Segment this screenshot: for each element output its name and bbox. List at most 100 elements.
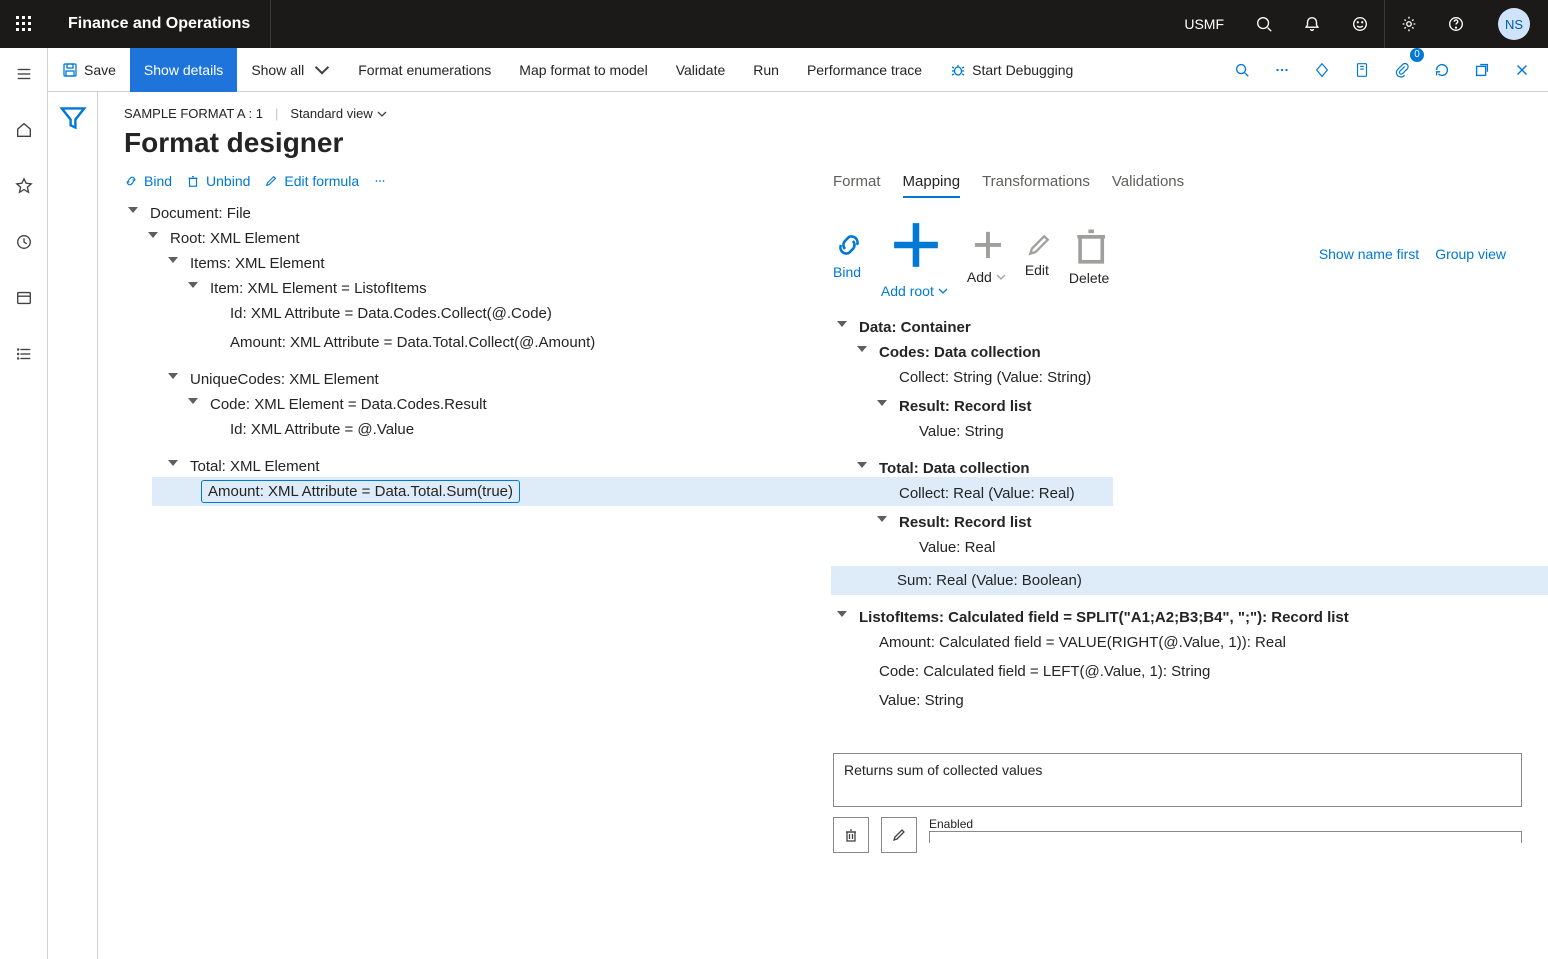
- topbar: Finance and Operations USMF NS: [0, 0, 1548, 48]
- tree-caret[interactable]: [875, 399, 887, 411]
- nav-recent[interactable]: [0, 224, 48, 260]
- tree-node-total[interactable]: Total: XML Element: [184, 456, 326, 477]
- breadcrumb-sep: |: [275, 106, 278, 121]
- tree-node-value-string2[interactable]: Value: String: [873, 690, 970, 711]
- bind-button[interactable]: Bind: [124, 173, 172, 189]
- nav-workspaces[interactable]: [0, 280, 48, 316]
- tree-node-listofitems[interactable]: ListofItems: Calculated field = SPLIT("A…: [853, 607, 1355, 628]
- performance-trace-button[interactable]: Performance trace: [793, 48, 936, 92]
- left-more-button[interactable]: [373, 174, 387, 188]
- notifications-button[interactable]: [1288, 0, 1336, 48]
- add-button[interactable]: Add: [967, 224, 1009, 285]
- tree-node-id[interactable]: Id: XML Attribute = Data.Codes.Collect(@…: [224, 303, 558, 324]
- perf-trace-label: Performance trace: [807, 62, 922, 78]
- show-name-first-button[interactable]: Show name first: [1319, 246, 1419, 262]
- tree-caret[interactable]: [835, 610, 847, 622]
- tree-caret[interactable]: [186, 397, 198, 409]
- tree-caret[interactable]: [855, 461, 867, 473]
- nav-favorites[interactable]: [0, 168, 48, 204]
- settings-button[interactable]: [1384, 0, 1432, 48]
- tab-transformations[interactable]: Transformations: [982, 173, 1090, 198]
- actionbar-popout[interactable]: [1464, 52, 1500, 88]
- star-icon: [15, 177, 33, 195]
- nav-modules[interactable]: [0, 336, 48, 372]
- actionbar-attachments[interactable]: 0: [1384, 52, 1420, 88]
- help-button[interactable]: [1432, 0, 1480, 48]
- tree-caret[interactable]: [835, 320, 847, 332]
- tree-node-code-calc[interactable]: Code: Calculated field = LEFT(@.Value, 1…: [873, 661, 1216, 682]
- close-icon: [1513, 61, 1531, 79]
- tree-node-collect-real[interactable]: Collect: Real (Value: Real): [893, 483, 1081, 504]
- tree-caret[interactable]: [166, 256, 178, 268]
- start-debugging-button[interactable]: Start Debugging: [936, 48, 1087, 92]
- search-button[interactable]: [1240, 0, 1288, 48]
- edit-formula-button[interactable]: [881, 817, 917, 853]
- tree-node-code[interactable]: Code: XML Element = Data.Codes.Result: [204, 394, 493, 415]
- tree-caret[interactable]: [186, 281, 198, 293]
- org-selector[interactable]: USMF: [1168, 0, 1240, 48]
- nav-hamburger[interactable]: [0, 56, 48, 92]
- group-view-button[interactable]: Group view: [1435, 246, 1506, 262]
- tree-node-result1[interactable]: Result: Record list: [893, 396, 1038, 417]
- tree-node-collect-string[interactable]: Collect: String (Value: String): [893, 367, 1097, 388]
- delete-button[interactable]: Delete: [1069, 223, 1113, 286]
- actionbar-office-addin[interactable]: [1344, 52, 1380, 88]
- actionbar-office[interactable]: [1304, 52, 1340, 88]
- app-launcher[interactable]: [0, 0, 48, 48]
- tree-node-value-string[interactable]: Value: String: [913, 421, 1010, 442]
- enabled-field[interactable]: [929, 831, 1522, 843]
- mapping-bind-button[interactable]: Bind: [833, 229, 865, 280]
- tree-node-result2[interactable]: Result: Record list: [893, 512, 1038, 533]
- tree-caret[interactable]: [166, 459, 178, 471]
- nav-home[interactable]: [0, 112, 48, 148]
- tree-node-total-amount[interactable]: Amount: XML Attribute = Data.Total.Sum(t…: [202, 481, 519, 502]
- edit-formula-button[interactable]: Edit formula: [264, 173, 359, 189]
- left-toolbar: Bind Unbind Edit formula: [124, 173, 813, 189]
- tree-caret[interactable]: [146, 231, 158, 243]
- show-details-button[interactable]: Show details: [130, 48, 237, 92]
- tree-node-amount-calc[interactable]: Amount: Calculated field = VALUE(RIGHT(@…: [873, 632, 1292, 653]
- format-enumerations-button[interactable]: Format enumerations: [344, 48, 505, 92]
- tree-caret[interactable]: [875, 515, 887, 527]
- tab-validations[interactable]: Validations: [1112, 173, 1184, 198]
- tree-caret[interactable]: [166, 372, 178, 384]
- tree-node-amount[interactable]: Amount: XML Attribute = Data.Total.Colle…: [224, 332, 601, 353]
- unbind-button[interactable]: Unbind: [186, 173, 250, 189]
- user-menu[interactable]: NS: [1480, 0, 1548, 48]
- tree-node-document[interactable]: Document: File: [144, 203, 257, 224]
- view-selector[interactable]: Standard view: [290, 106, 386, 121]
- tree-caret[interactable]: [126, 206, 138, 218]
- add-root-button[interactable]: Add root: [881, 210, 951, 299]
- filter-icon: [57, 102, 89, 134]
- actionbar-close[interactable]: [1504, 52, 1540, 88]
- tree-node-sum[interactable]: Sum: Real (Value: Boolean): [891, 570, 1088, 591]
- tree-node-item[interactable]: Item: XML Element = ListofItems: [204, 278, 433, 299]
- nav-rail: [0, 48, 48, 959]
- addin-icon: [1353, 61, 1371, 79]
- tab-format[interactable]: Format: [833, 173, 881, 198]
- tab-mapping[interactable]: Mapping: [903, 173, 961, 198]
- tree-node-root[interactable]: Root: XML Element: [164, 228, 306, 249]
- actionbar-more[interactable]: [1264, 52, 1300, 88]
- edit-button[interactable]: Edit: [1025, 231, 1053, 278]
- actionbar-refresh[interactable]: [1424, 52, 1460, 88]
- tree-node-total[interactable]: Total: Data collection: [873, 458, 1036, 479]
- tree-node-uniquecodes[interactable]: UniqueCodes: XML Element: [184, 369, 385, 390]
- save-button[interactable]: Save: [48, 48, 130, 92]
- run-button[interactable]: Run: [739, 48, 793, 92]
- tree-node-codes[interactable]: Codes: Data collection: [873, 342, 1047, 363]
- feedback-button[interactable]: [1336, 0, 1384, 48]
- filter-button[interactable]: [57, 102, 89, 134]
- mapping-toolbar: Bind Add root Add: [833, 210, 1522, 299]
- validate-button[interactable]: Validate: [662, 48, 740, 92]
- show-all-button[interactable]: Show all: [237, 48, 344, 92]
- tree-node-items[interactable]: Items: XML Element: [184, 253, 331, 274]
- map-format-button[interactable]: Map format to model: [505, 48, 661, 92]
- tree-node-id2[interactable]: Id: XML Attribute = @.Value: [224, 419, 420, 440]
- delete-formula-button[interactable]: [833, 817, 869, 853]
- tree-node-value-real[interactable]: Value: Real: [913, 537, 1001, 558]
- home-icon: [15, 121, 33, 139]
- actionbar-search[interactable]: [1224, 52, 1260, 88]
- tree-caret[interactable]: [855, 345, 867, 357]
- tree-node-data[interactable]: Data: Container: [853, 317, 977, 338]
